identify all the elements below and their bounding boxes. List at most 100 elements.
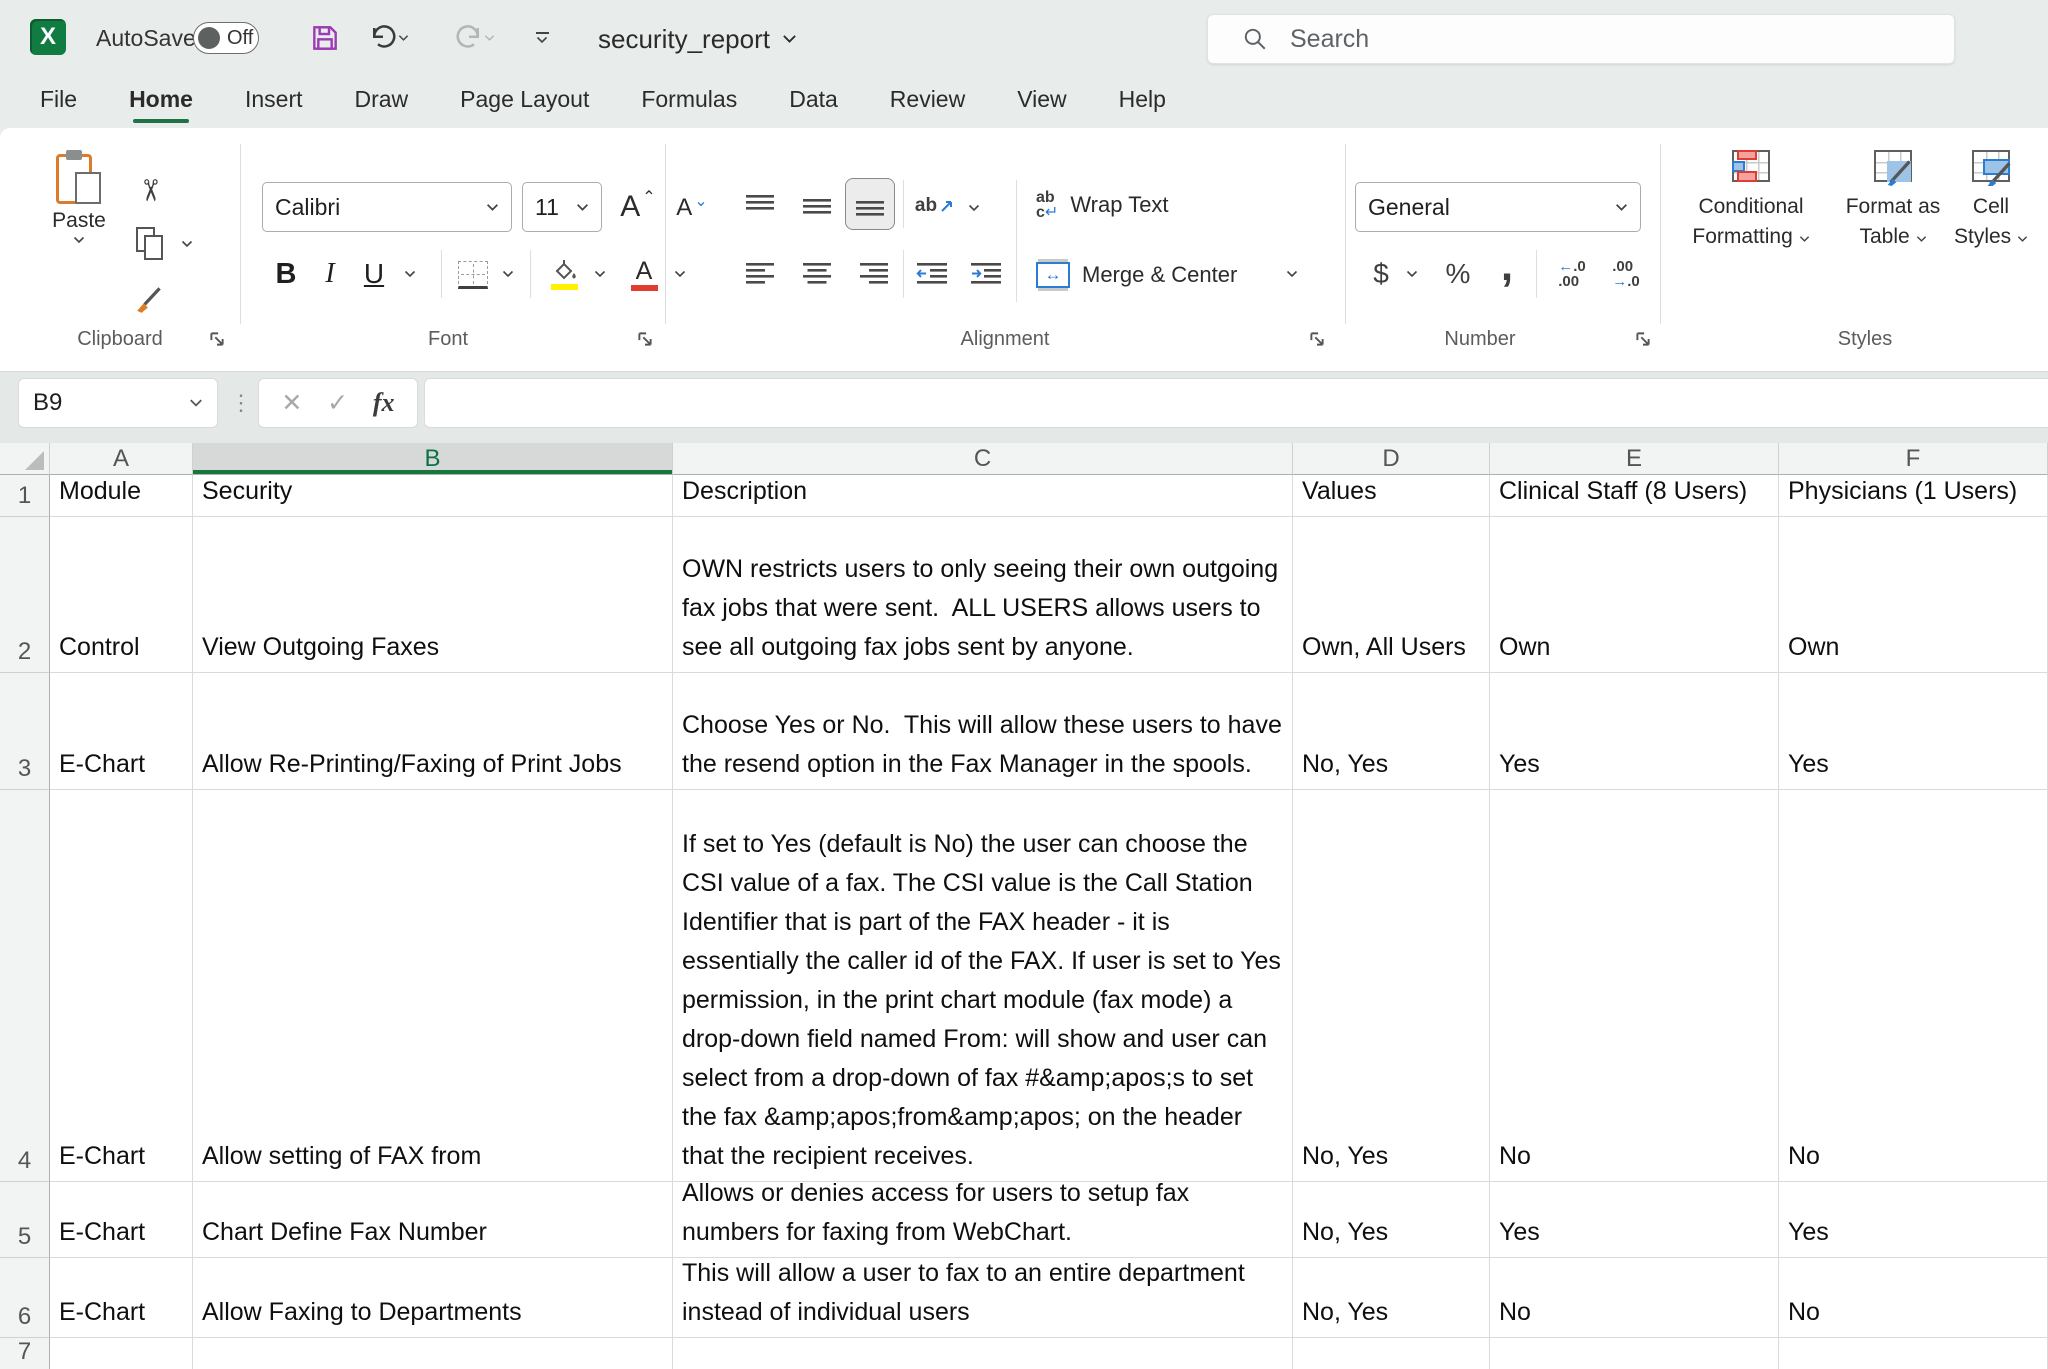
align-right-button[interactable]: [850, 252, 898, 296]
accounting-format-button[interactable]: $: [1366, 250, 1396, 298]
align-center-button[interactable]: [793, 252, 841, 296]
borders-dropdown-button[interactable]: [496, 262, 520, 286]
row-header-1[interactable]: 1: [0, 475, 50, 517]
autosave-toggle[interactable]: Off: [193, 22, 259, 54]
cell-a5[interactable]: E-Chart: [50, 1182, 193, 1258]
increase-font-size-button[interactable]: A⌃: [612, 184, 664, 230]
font-name-select[interactable]: Calibri: [262, 182, 512, 232]
font-dialog-launcher[interactable]: [636, 330, 656, 350]
tab-insert[interactable]: Insert: [245, 76, 303, 127]
orientation-button[interactable]: ab: [912, 184, 958, 228]
cell-a3[interactable]: E-Chart: [50, 673, 193, 790]
cell-c5[interactable]: Allows or denies access for users to set…: [673, 1182, 1293, 1258]
tab-page-layout[interactable]: Page Layout: [460, 76, 589, 127]
cell-d2[interactable]: Own, All Users: [1293, 517, 1490, 673]
font-color-button[interactable]: A: [624, 250, 664, 298]
conditional-formatting-button[interactable]: Conditional Formatting: [1676, 150, 1826, 252]
cell-d6[interactable]: No, Yes: [1293, 1258, 1490, 1338]
cell-c3[interactable]: Choose Yes or No. This will allow these …: [673, 673, 1293, 790]
cell-a2[interactable]: Control: [50, 517, 193, 673]
increase-indent-button[interactable]: [962, 252, 1010, 296]
cell-a1[interactable]: Module: [50, 475, 193, 517]
decrease-indent-button[interactable]: [908, 252, 956, 296]
enter-icon[interactable]: ✓: [327, 388, 348, 418]
cell-b2[interactable]: View Outgoing Faxes: [193, 517, 673, 673]
cell-f1[interactable]: Physicians (1 Users): [1779, 475, 2048, 517]
cell-b7[interactable]: [193, 1338, 673, 1369]
fill-color-button[interactable]: [544, 250, 584, 298]
column-header-e[interactable]: E: [1490, 443, 1779, 475]
document-title[interactable]: security_report: [598, 22, 797, 56]
undo-button[interactable]: [362, 20, 414, 56]
orientation-dropdown-button[interactable]: [962, 196, 986, 220]
cell-f7[interactable]: [1779, 1338, 2048, 1369]
bold-button[interactable]: B: [268, 250, 304, 298]
merge-center-button[interactable]: ↔ Merge & Center: [1036, 252, 1237, 298]
cell-b4[interactable]: Allow setting of FAX from: [193, 790, 673, 1182]
cell-f4[interactable]: No: [1779, 790, 2048, 1182]
decrease-decimal-button[interactable]: .00→.0: [1602, 252, 1650, 296]
align-left-button[interactable]: [736, 252, 784, 296]
row-header-3[interactable]: 3: [0, 673, 50, 790]
cell-b1[interactable]: Security: [193, 475, 673, 517]
row-header-6[interactable]: 6: [0, 1258, 50, 1338]
cell-e6[interactable]: No: [1490, 1258, 1779, 1338]
cell-c1[interactable]: Description: [673, 475, 1293, 517]
cell-styles-button[interactable]: Cell Styles: [1936, 150, 2046, 252]
wrap-text-button[interactable]: abc↵ Wrap Text: [1036, 182, 1169, 228]
tab-view[interactable]: View: [1017, 76, 1066, 127]
top-align-button[interactable]: [736, 184, 784, 228]
cell-d3[interactable]: No, Yes: [1293, 673, 1490, 790]
tab-draw[interactable]: Draw: [355, 76, 409, 127]
font-color-dropdown-button[interactable]: [668, 262, 692, 286]
tab-file[interactable]: File: [40, 76, 77, 127]
column-header-a[interactable]: A: [50, 443, 193, 475]
cell-e4[interactable]: No: [1490, 790, 1779, 1182]
copy-dropdown-button[interactable]: [176, 232, 198, 256]
cell-d1[interactable]: Values: [1293, 475, 1490, 517]
row-header-5[interactable]: 5: [0, 1182, 50, 1258]
cell-b6[interactable]: Allow Faxing to Departments: [193, 1258, 673, 1338]
comma-style-button[interactable]: ,: [1494, 242, 1520, 290]
row-header-4[interactable]: 4: [0, 790, 50, 1182]
cell-e1[interactable]: Clinical Staff (8 Users): [1490, 475, 1779, 517]
number-dialog-launcher[interactable]: [1634, 330, 1654, 350]
cell-a7[interactable]: [50, 1338, 193, 1369]
customize-quick-access-button[interactable]: [522, 20, 562, 56]
column-header-c[interactable]: C: [673, 443, 1293, 475]
merge-center-dropdown-button[interactable]: [1280, 262, 1304, 286]
column-header-d[interactable]: D: [1293, 443, 1490, 475]
fill-color-dropdown-button[interactable]: [588, 262, 612, 286]
cell-f3[interactable]: Yes: [1779, 673, 2048, 790]
bottom-align-button[interactable]: [845, 178, 895, 230]
cancel-icon[interactable]: ✕: [281, 388, 302, 418]
cell-d5[interactable]: No, Yes: [1293, 1182, 1490, 1258]
cell-e5[interactable]: Yes: [1490, 1182, 1779, 1258]
cell-a4[interactable]: E-Chart: [50, 790, 193, 1182]
middle-align-button[interactable]: [793, 184, 841, 228]
cell-c2[interactable]: OWN restricts users to only seeing their…: [673, 517, 1293, 673]
select-all-corner[interactable]: [0, 443, 50, 475]
cell-a6[interactable]: E-Chart: [50, 1258, 193, 1338]
cell-c4[interactable]: If set to Yes (default is No) the user c…: [673, 790, 1293, 1182]
underline-button[interactable]: U: [356, 250, 392, 298]
italic-button[interactable]: I: [314, 250, 346, 298]
cell-e2[interactable]: Own: [1490, 517, 1779, 673]
cell-c7[interactable]: [673, 1338, 1293, 1369]
tab-help[interactable]: Help: [1119, 76, 1166, 127]
cell-f6[interactable]: No: [1779, 1258, 2048, 1338]
tab-home[interactable]: Home: [129, 76, 193, 127]
redo-button[interactable]: [448, 20, 500, 56]
cell-b5[interactable]: Chart Define Fax Number: [193, 1182, 673, 1258]
cut-button[interactable]: ✂: [130, 170, 170, 210]
column-header-b[interactable]: B: [193, 443, 673, 475]
copy-button[interactable]: [133, 224, 169, 264]
clipboard-dialog-launcher[interactable]: [208, 330, 228, 350]
borders-button[interactable]: [455, 258, 491, 292]
formula-bar-resize-handle[interactable]: ⋮: [232, 378, 250, 428]
percent-style-button[interactable]: %: [1438, 250, 1478, 298]
format-painter-button[interactable]: [128, 278, 172, 318]
row-header-2[interactable]: 2: [0, 517, 50, 673]
tab-formulas[interactable]: Formulas: [641, 76, 737, 127]
tab-data[interactable]: Data: [789, 76, 838, 127]
